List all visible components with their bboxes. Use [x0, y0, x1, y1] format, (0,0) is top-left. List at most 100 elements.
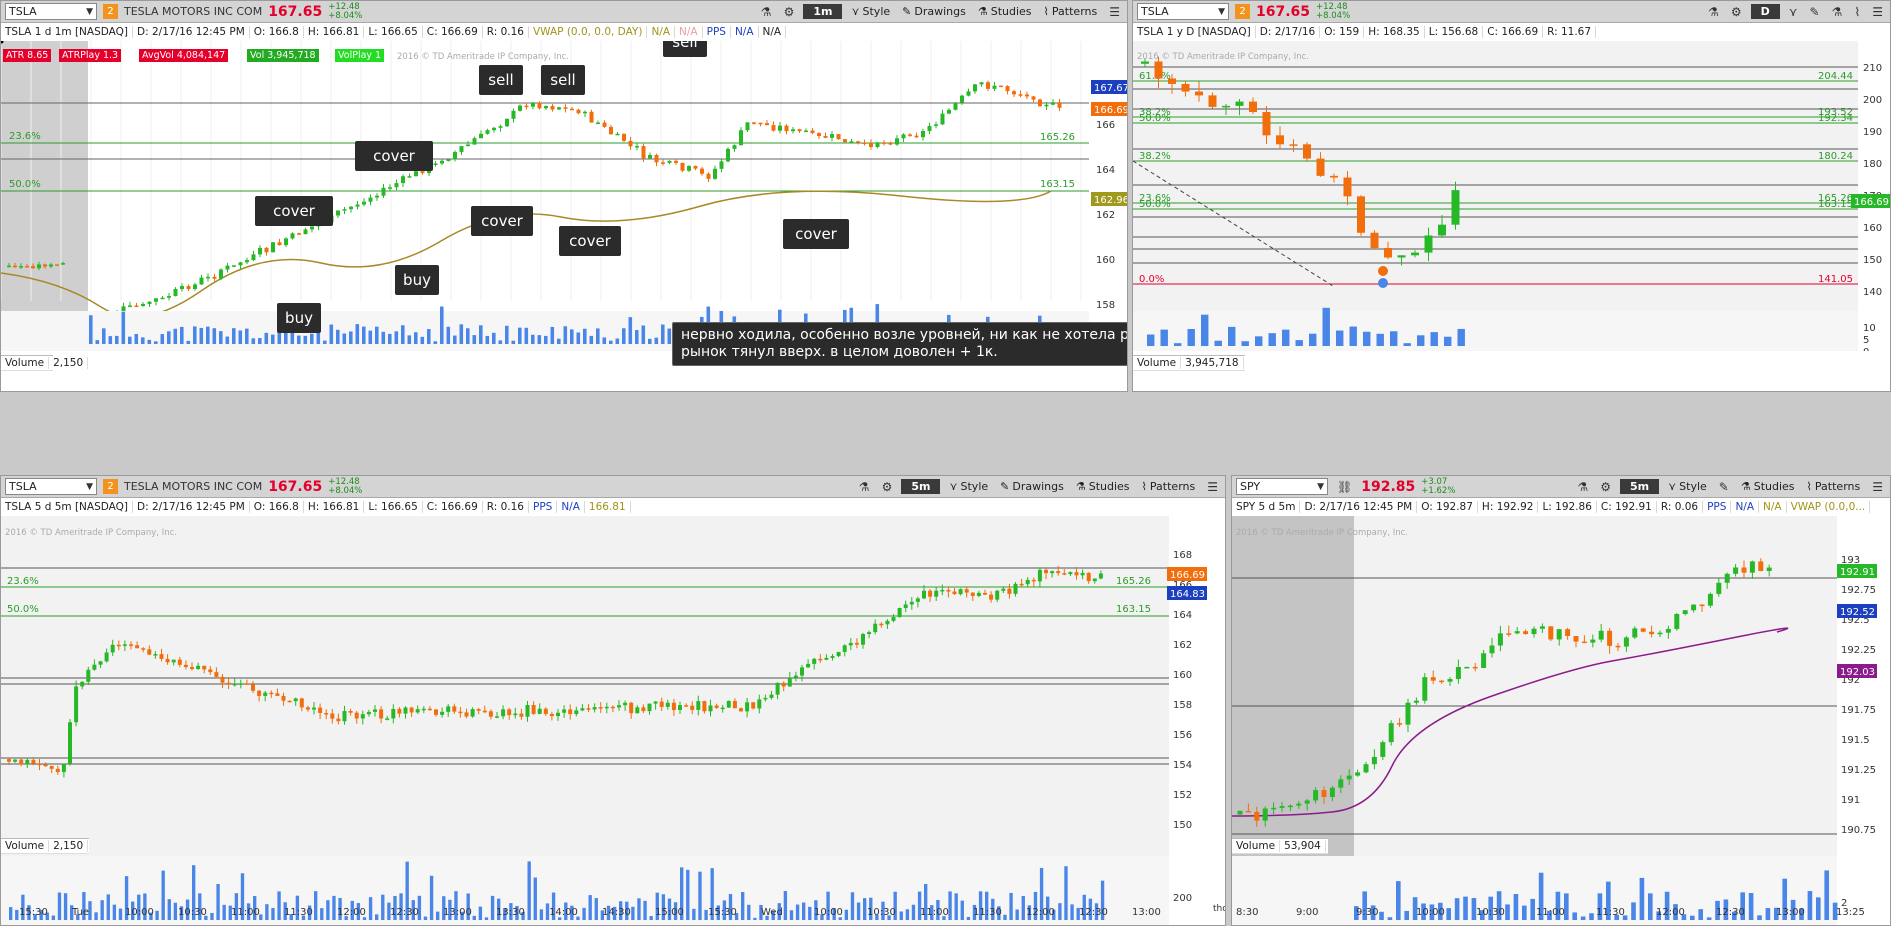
price-tag: 166.69: [1094, 105, 1128, 116]
candle-body: [1086, 572, 1091, 582]
candle-body: [1556, 629, 1562, 640]
patterns-button[interactable]: ⌇ Patterns: [1139, 480, 1199, 493]
x-axis-tick: 15:30: [19, 907, 48, 918]
candle-body: [336, 718, 341, 722]
link-group-badge[interactable]: 2: [103, 4, 118, 19]
chart-panel-spy-5m[interactable]: SPY ▼ ⛓ 192.85 +3.07 +1.62% ⚗ ⚙ 5m ⋎ Style …: [1231, 475, 1891, 926]
candle-body: [153, 654, 158, 656]
volume-bar: [106, 894, 110, 920]
symbol-selector[interactable]: SPY ▼: [1236, 478, 1328, 495]
beaker-icon[interactable]: ⚗: [1705, 5, 1722, 19]
symbol-selector[interactable]: TSLA ▼: [5, 3, 97, 20]
candle-body: [854, 642, 859, 645]
drawings-button[interactable]: ✎ Drawings: [997, 480, 1067, 493]
studies-button[interactable]: ⚗ Studies: [1073, 480, 1133, 493]
volume-bar: [596, 328, 600, 344]
menu-icon[interactable]: ☰: [1869, 5, 1886, 19]
candle-body: [128, 305, 132, 308]
gear-icon[interactable]: ⚙: [1597, 480, 1614, 494]
candle-body: [999, 85, 1003, 88]
gear-icon[interactable]: ⚙: [879, 480, 896, 494]
aggregation-button[interactable]: 1m: [803, 4, 843, 19]
patterns-icon[interactable]: ⌇: [1851, 5, 1863, 19]
volume-bar: [9, 907, 13, 920]
patterns-button[interactable]: ⌇ Patterns: [1041, 5, 1101, 18]
style-icon[interactable]: ⋎: [1786, 5, 1801, 19]
beaker-icon[interactable]: ⚗: [1574, 480, 1591, 494]
beaker-icon[interactable]: ⚗: [856, 480, 873, 494]
volume-bar: [264, 332, 269, 344]
volume-bar: [609, 340, 613, 344]
candle-body: [775, 682, 780, 695]
volume-bar: [375, 326, 379, 344]
info-chart-desc: TSLA 1 y D [NASDAQ]: [1133, 26, 1256, 38]
aggregation-button[interactable]: D: [1750, 4, 1780, 19]
gear-icon[interactable]: ⚙: [1728, 5, 1745, 19]
pencil-icon[interactable]: ✎: [1716, 480, 1732, 494]
chevron-down-icon[interactable]: ▼: [1218, 7, 1225, 17]
aggregation-button[interactable]: 5m: [901, 479, 941, 494]
link-icon[interactable]: ⛓: [1334, 480, 1355, 494]
copyright-text: 2016 © TD Ameritrade IP Company, Inc.: [1236, 528, 1408, 538]
instrument-name: TESLA MOTORS INC COM: [124, 480, 263, 493]
menu-icon[interactable]: ☰: [1204, 480, 1221, 494]
price-chart-area[interactable]: 193 192.75 192.5 192.25 192 191.75 191.5 191.25…: [1232, 516, 1890, 925]
candle-body: [446, 706, 451, 712]
menu-icon[interactable]: ☰: [1106, 5, 1123, 19]
beaker-icon[interactable]: ⚗: [758, 5, 775, 19]
price-chart-area[interactable]: 61.8%204.4438.2%193.5250.0%192.3438.2%18…: [1133, 41, 1890, 351]
volume-bar: [1363, 331, 1371, 346]
candle-body: [193, 284, 197, 289]
chart-panel-tsla-1m[interactable]: TSLA ▼ 2 TESLA MOTORS INC COM 167.65 +12.…: [0, 0, 1128, 392]
volume-bar: [326, 900, 330, 920]
gear-icon[interactable]: ⚙: [781, 5, 798, 19]
studies-button[interactable]: ⚗ Studies: [1738, 480, 1798, 493]
x-axis-tick: 11:30: [284, 907, 313, 918]
chart-panel-tsla-daily[interactable]: TSLA ▼ 2 167.65 +12.48 +8.04% ⚗ ⚙ D ⋎ ✎ ⚗ …: [1132, 0, 1891, 392]
candle-body: [726, 700, 731, 708]
aggregation-button[interactable]: 5m: [1619, 479, 1660, 494]
annotation-label: cover: [373, 147, 416, 165]
chevron-down-icon[interactable]: ▼: [1317, 482, 1324, 492]
patterns-button[interactable]: ⌇ Patterns: [1804, 480, 1864, 493]
info-high: H: 166.81: [304, 501, 365, 513]
volume-bar: [667, 328, 672, 344]
candle-body: [202, 665, 207, 670]
volume-bar: [1064, 866, 1068, 920]
candle-body: [1430, 677, 1436, 681]
symbol-selector[interactable]: TSLA ▼: [5, 478, 97, 495]
price-chart-area[interactable]: 23.6%165.2650.0%163.15166164162160158156…: [1, 41, 1128, 351]
pencil-icon[interactable]: ✎: [1807, 5, 1823, 19]
candle-body: [635, 707, 640, 714]
symbol-selector[interactable]: TSLA ▼: [1137, 3, 1229, 20]
style-button[interactable]: ⋎ Style: [848, 5, 893, 18]
y-axis-tick: 166: [1096, 120, 1115, 131]
info-chart-desc: TSLA 1 d 1m [NASDAQ]: [1, 26, 134, 38]
candle-body: [615, 133, 620, 136]
candle-body: [421, 708, 426, 711]
style-button[interactable]: ⋎ Style: [946, 480, 991, 493]
candle-body: [934, 590, 939, 597]
link-group-badge[interactable]: 2: [103, 479, 118, 494]
flask-icon[interactable]: ⚗: [1829, 5, 1846, 19]
candle-body: [927, 125, 932, 132]
chevron-down-icon[interactable]: ▼: [86, 482, 93, 492]
volume-bar: [232, 328, 236, 344]
candle-body: [1001, 588, 1006, 591]
volume-bar: [1457, 328, 1465, 346]
price-chart-area[interactable]: 23.6% 165.26 50.0% 163.15 168 166 164 162 160 158…: [1, 516, 1225, 925]
volume-bar: [362, 326, 366, 344]
menu-icon[interactable]: ☰: [1869, 480, 1886, 494]
y-axis-tick: 200: [1863, 95, 1882, 106]
volume-bar: [147, 339, 152, 344]
x-axis-tick: 11:00: [1536, 907, 1565, 918]
chart-panel-tsla-5m[interactable]: TSLA ▼ 2 TESLA MOTORS INC COM 167.65 +12.…: [0, 475, 1226, 926]
chevron-down-icon[interactable]: ▼: [86, 7, 93, 17]
drawings-button[interactable]: ✎ Drawings: [899, 5, 969, 18]
style-button[interactable]: ⋎ Style: [1665, 480, 1710, 493]
fib-value: 141.05: [1818, 274, 1853, 285]
candle-body: [1031, 96, 1036, 100]
link-group-badge[interactable]: 2: [1235, 4, 1250, 19]
volume-bar: [401, 325, 405, 344]
studies-button[interactable]: ⚗ Studies: [975, 5, 1035, 18]
